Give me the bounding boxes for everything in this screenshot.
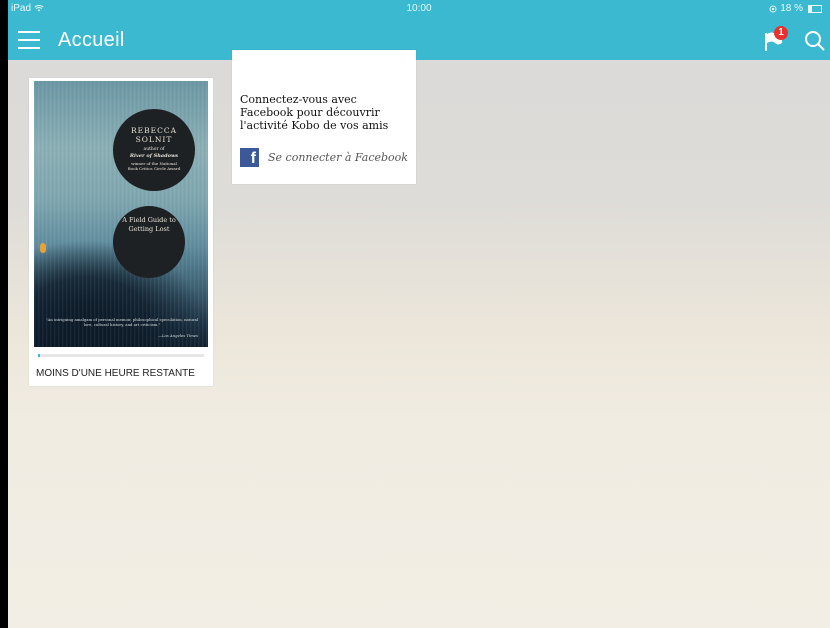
- status-right: 18 %: [769, 3, 822, 14]
- cover-previous-book: River of Shadows: [129, 153, 179, 159]
- battery-percent: 18 %: [780, 3, 803, 14]
- cover-title-circle: A Field Guide to Getting Lost: [113, 206, 185, 278]
- penguin-logo-icon: [40, 243, 46, 253]
- reading-progress-fill: [38, 354, 40, 357]
- cover-author: REBECCA SOLNIT: [130, 126, 177, 144]
- facebook-message: Connectez-vous avec Facebook pour découv…: [240, 93, 389, 132]
- book-card[interactable]: REBECCA SOLNIT author of River of Shadow…: [29, 78, 213, 386]
- cover-blurb: "An intriguing amalgam of personal memoi…: [45, 317, 199, 327]
- cover-title: A Field Guide to Getting Lost: [122, 216, 176, 233]
- time-remaining: MOINS D'UNE HEURE RESTANTE: [36, 368, 195, 379]
- status-time: 10:00: [406, 3, 432, 14]
- menu-icon-bar: [18, 39, 40, 41]
- search-button[interactable]: [804, 30, 826, 52]
- cover-author-circle: REBECCA SOLNIT author of River of Shadow…: [113, 109, 195, 191]
- status-bar: iPad 10:00 18 %: [8, 0, 830, 20]
- search-icon: [805, 31, 825, 51]
- book-cover[interactable]: REBECCA SOLNIT author of River of Shadow…: [34, 81, 208, 347]
- rotation-lock-icon: [769, 5, 777, 12]
- facebook-card: Connectez-vous avec Facebook pour découv…: [232, 50, 416, 184]
- facebook-icon[interactable]: f: [240, 148, 259, 167]
- menu-button[interactable]: [18, 31, 42, 49]
- app-screen: iPad 10:00 18 % Accueil 1 REBECCA SOLNIT…: [8, 0, 830, 628]
- notification-badge: 1: [774, 26, 788, 40]
- page-title: Accueil: [58, 29, 125, 51]
- menu-icon-bar: [18, 47, 40, 49]
- menu-icon-bar: [18, 31, 40, 33]
- facebook-connect-link[interactable]: Se connecter à Facebook: [268, 151, 408, 164]
- notifications-button[interactable]: 1: [764, 26, 790, 54]
- cover-award: winner of the National Book Critics Circ…: [127, 161, 181, 171]
- cover-blurb-source: —Los Angeles Times: [158, 333, 198, 338]
- nav-bar: Accueil 1: [8, 20, 830, 60]
- reading-progress-bar: [38, 354, 204, 357]
- battery-icon: [808, 4, 822, 13]
